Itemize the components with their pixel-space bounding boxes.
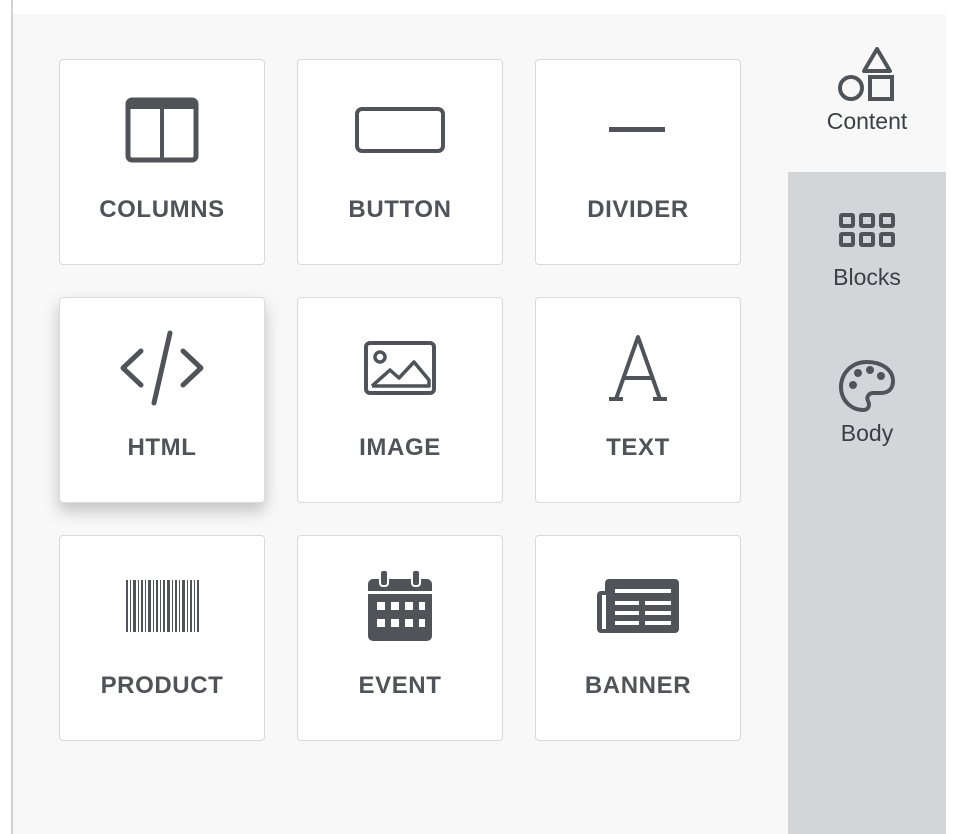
button-icon: [355, 107, 445, 153]
tool-button[interactable]: BUTTON: [297, 59, 503, 265]
tab-body[interactable]: Body: [788, 358, 946, 447]
tool-label: PRODUCT: [100, 672, 224, 699]
tool-divider[interactable]: DIVIDER: [535, 59, 741, 265]
newspaper-icon: [597, 579, 679, 633]
tool-event[interactable]: EVENT: [297, 535, 503, 741]
divider-icon: [609, 127, 665, 132]
tool-banner[interactable]: BANNER: [535, 535, 741, 741]
tool-label: IMAGE: [359, 434, 441, 461]
tool-label: DIVIDER: [587, 196, 689, 223]
tool-label: EVENT: [358, 672, 442, 699]
grid-icon: [839, 213, 895, 247]
code-icon: [120, 330, 204, 406]
tool-label: HTML: [127, 434, 197, 461]
calendar-icon: [368, 569, 432, 641]
columns-icon: [125, 97, 199, 163]
shapes-icon: [838, 47, 894, 101]
tool-label: BANNER: [584, 672, 692, 699]
barcode-icon: [126, 580, 199, 632]
tool-columns[interactable]: COLUMNS: [59, 59, 265, 265]
tab-label: Content: [826, 108, 908, 134]
tab-blocks[interactable]: Blocks: [788, 202, 946, 291]
tool-text[interactable]: TEXT: [535, 297, 741, 503]
tool-label: COLUMNS: [99, 196, 225, 223]
image-icon: [364, 341, 436, 395]
tool-product[interactable]: PRODUCT: [59, 535, 265, 741]
tab-label: Body: [840, 420, 894, 446]
tool-image[interactable]: IMAGE: [297, 297, 503, 503]
tab-label: Blocks: [833, 264, 901, 290]
palette-icon: [839, 360, 895, 412]
tool-html[interactable]: HTML: [59, 297, 265, 503]
text-icon: [609, 335, 667, 401]
tab-content[interactable]: Content: [788, 46, 946, 135]
tool-label: BUTTON: [348, 196, 452, 223]
tool-label: TEXT: [606, 434, 670, 461]
